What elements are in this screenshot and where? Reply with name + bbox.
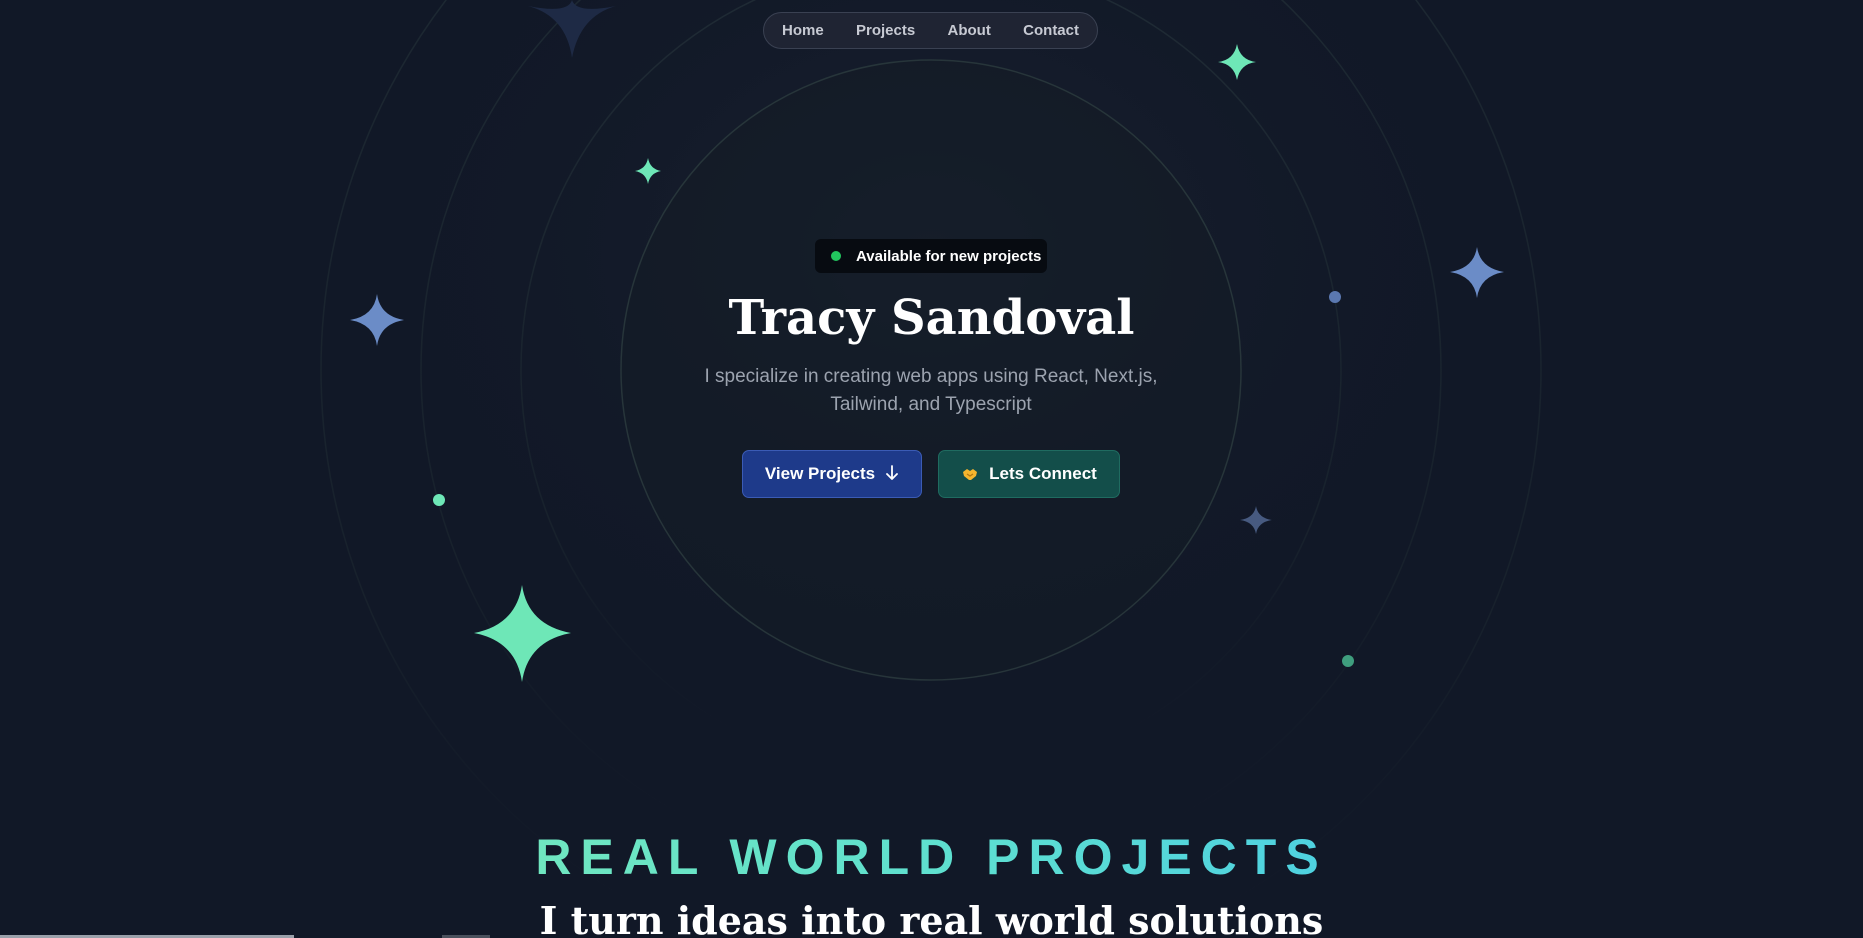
status-dot-icon (831, 251, 841, 261)
projects-kicker: REAL WORLD PROJECTS (0, 828, 1863, 886)
hero-title: Tracy Sandoval (728, 290, 1135, 346)
nav-contact[interactable]: Contact (1023, 22, 1079, 39)
nav-home[interactable]: Home (782, 22, 824, 39)
view-projects-button[interactable]: View Projects (742, 450, 922, 498)
lets-connect-button[interactable]: Lets Connect (938, 450, 1120, 498)
background-decoration (320, 0, 1542, 938)
nav-about[interactable]: About (948, 22, 991, 39)
lets-connect-label: Lets Connect (989, 464, 1097, 483)
sparkle-dot (433, 494, 445, 506)
hero-subtitle: I specialize in creating web apps using … (704, 366, 1158, 415)
handshake-icon (961, 465, 979, 483)
portfolio-page: Home Projects About Contact Available fo… (0, 0, 1863, 938)
arrow-down-icon (885, 464, 899, 484)
nav-projects[interactable]: Projects (856, 22, 915, 39)
availability-badge: Available for new projects (815, 239, 1047, 273)
view-projects-label: View Projects (764, 464, 876, 483)
top-nav: Home Projects About Contact (763, 12, 1098, 49)
sparkle-dot (1342, 655, 1354, 667)
projects-heading: I turn ideas into real world solutions (539, 898, 1324, 938)
availability-text: Available for new projects (856, 247, 1042, 265)
